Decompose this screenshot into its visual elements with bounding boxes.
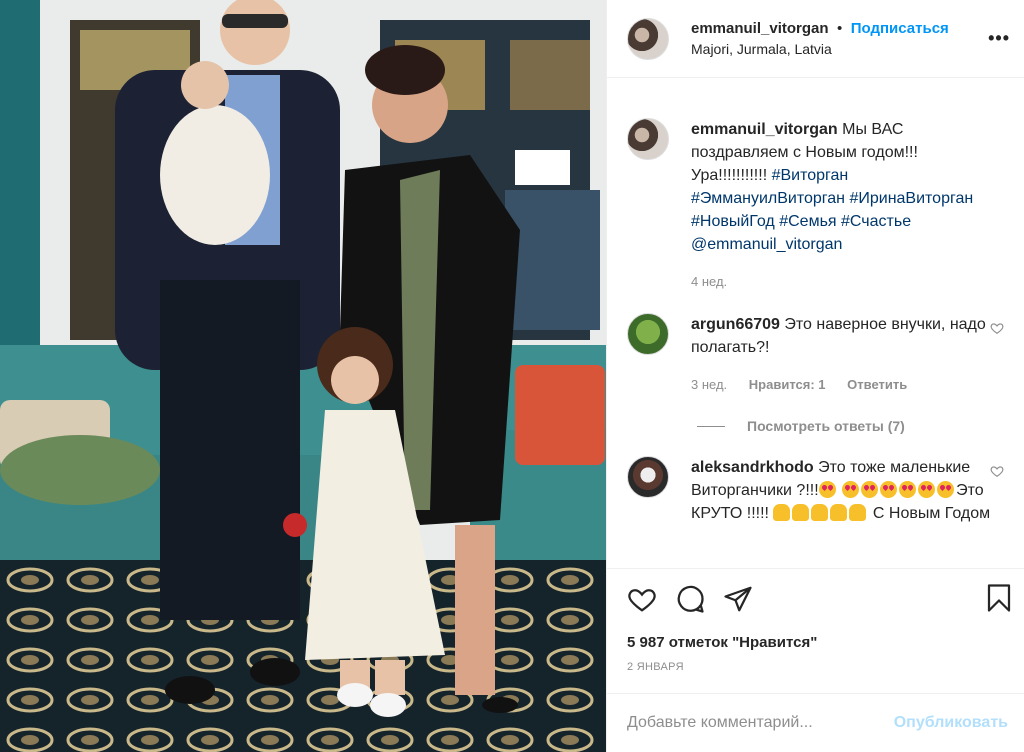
view-replies-label[interactable]: Посмотреть ответы (7) xyxy=(747,418,905,434)
praying-hands-emoji-icon xyxy=(830,504,848,521)
reply-button[interactable]: Ответить xyxy=(847,377,907,392)
comment: aleksandrkhodo Это тоже маленькие Виторг… xyxy=(627,456,1008,525)
hashtag[interactable]: #Виторган xyxy=(772,167,849,184)
view-replies[interactable]: Посмотреть ответы (7) xyxy=(697,418,1008,434)
separator-dot: • xyxy=(837,19,843,37)
share-icon[interactable] xyxy=(723,584,753,614)
post-date[interactable]: 2 ЯНВАРЯ xyxy=(607,661,1024,685)
bookmark-icon[interactable] xyxy=(984,583,1014,613)
praying-hands-emoji-icon xyxy=(811,504,829,521)
heart-icon[interactable] xyxy=(627,584,657,614)
comment-username[interactable]: aleksandrkhodo xyxy=(691,459,814,476)
comment-username[interactable]: argun66709 xyxy=(691,316,780,333)
instagram-post: emmanuil_vitorgan • Подписаться Majori, … xyxy=(0,0,1024,752)
comment-body: argun66709 Это наверное внучки, надо пол… xyxy=(691,313,991,396)
post-header: emmanuil_vitorgan • Подписаться Majori, … xyxy=(607,0,1024,78)
follow-button[interactable]: Подписаться xyxy=(851,20,949,37)
family-photo-image xyxy=(0,0,606,752)
hashtag[interactable]: #Семья xyxy=(779,213,836,230)
post-photo[interactable] xyxy=(0,0,606,752)
more-options-icon[interactable]: ••• xyxy=(988,28,1010,49)
like-comment-heart-icon[interactable] xyxy=(990,321,1004,335)
caption-username[interactable]: emmanuil_vitorgan xyxy=(691,121,838,138)
action-bar xyxy=(607,568,1024,629)
heart-eyes-emoji-icon xyxy=(861,481,879,498)
avatar[interactable] xyxy=(627,118,669,160)
praying-hands-emoji-icon xyxy=(773,504,791,521)
comments-section[interactable]: emmanuil_vitorgan Мы ВАС поздравляем с Н… xyxy=(607,78,1024,568)
comment-text: С Новым Годом xyxy=(872,505,991,522)
post-details-panel: emmanuil_vitorgan • Подписаться Majori, … xyxy=(606,0,1024,752)
caption-time[interactable]: 4 нед. xyxy=(691,274,727,289)
location-link[interactable]: Majori, Jurmala, Latvia xyxy=(691,39,949,59)
likes-count[interactable]: 5 987 отметок "Нравится" xyxy=(607,631,1024,655)
avatar[interactable] xyxy=(627,313,669,355)
comment-meta: 3 нед. Нравится: 1 Ответить xyxy=(691,373,991,396)
publish-button[interactable]: Опубликовать xyxy=(894,714,1008,732)
replies-divider xyxy=(697,425,725,427)
heart-eyes-emoji-icon xyxy=(842,481,860,498)
heart-eyes-emoji-icon xyxy=(937,481,955,498)
hashtag[interactable]: #Счастье xyxy=(841,213,911,230)
comment-body: aleksandrkhodo Это тоже маленькие Виторг… xyxy=(691,456,991,525)
caption: emmanuil_vitorgan Мы ВАС поздравляем с Н… xyxy=(627,118,1008,293)
heart-eyes-emoji-icon xyxy=(899,481,917,498)
praying-hands-emoji-icon xyxy=(849,504,867,521)
like-comment-heart-icon[interactable] xyxy=(990,464,1004,478)
comment-time[interactable]: 3 нед. xyxy=(691,377,727,392)
add-comment-form: Добавьте комментарий... Опубликовать xyxy=(607,693,1024,752)
avatar[interactable] xyxy=(627,456,669,498)
heart-eyes-emoji-icon xyxy=(818,481,836,498)
hashtag[interactable]: #НовыйГод xyxy=(691,213,775,230)
hashtag[interactable]: #ЭммануилВиторган xyxy=(691,190,845,207)
heart-eyes-emoji-icon xyxy=(918,481,936,498)
comment-input[interactable]: Добавьте комментарий... xyxy=(627,714,813,732)
praying-hands-emoji-icon xyxy=(792,504,810,521)
mention[interactable]: @emmanuil_vitorgan xyxy=(691,236,842,253)
caption-body: emmanuil_vitorgan Мы ВАС поздравляем с Н… xyxy=(691,118,991,293)
comment: argun66709 Это наверное внучки, надо пол… xyxy=(627,313,1008,396)
hashtag[interactable]: #ИринаВиторган xyxy=(849,190,973,207)
comment-icon[interactable] xyxy=(675,584,705,614)
caption-meta: 4 нед. xyxy=(691,270,991,293)
post-header-text: emmanuil_vitorgan • Подписаться Majori, … xyxy=(691,19,949,59)
comment-likes[interactable]: Нравится: 1 xyxy=(749,377,826,392)
username-link[interactable]: emmanuil_vitorgan xyxy=(691,20,829,37)
heart-eyes-emoji-icon xyxy=(880,481,898,498)
avatar[interactable] xyxy=(627,17,669,60)
